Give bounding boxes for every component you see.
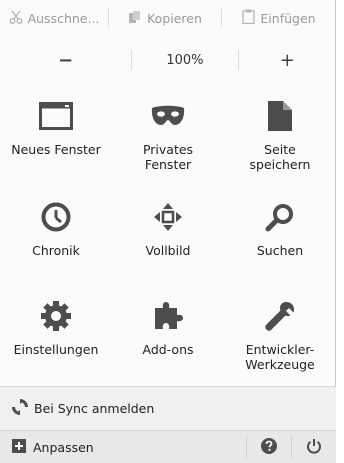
copy-icon [128,10,142,27]
search-button[interactable]: Suchen [224,197,336,258]
sync-signin-button[interactable]: Bei Sync anmelden [0,386,336,430]
cut-label: Ausschne... [27,10,100,26]
tile-label: Seite speichern [249,142,311,172]
zoom-controls: − 100% + [0,44,336,76]
addons-button[interactable]: Add-ons [112,296,224,357]
mask-icon [148,96,188,136]
new-window-button[interactable]: Neues Fenster [0,96,112,157]
tile-label: Neues Fenster [11,142,101,157]
settings-button[interactable]: Einstellungen [0,296,112,357]
tile-label: Chronik [32,243,80,258]
tile-label: Entwickler- Werkzeuge [245,342,315,372]
menu-footer: Anpassen [0,430,336,463]
developer-tools-button[interactable]: Entwickler- Werkzeuge [224,296,336,372]
zoom-out-button[interactable]: − [0,44,131,76]
tile-label: Einstellungen [13,342,99,357]
copy-button[interactable]: Kopieren [109,0,221,36]
page-edge [337,0,344,463]
paste-button[interactable]: Einfügen [222,0,336,36]
sync-icon [12,399,28,418]
history-button[interactable]: Chronik [0,197,112,258]
minus-icon: − [58,49,74,71]
scissors-icon [9,10,23,27]
power-icon [306,438,322,457]
window-icon [36,96,76,136]
tile-label: Add-ons [142,342,194,357]
fullscreen-button[interactable]: Vollbild [112,197,224,258]
tile-label: Vollbild [145,243,191,258]
edit-controls: Ausschne... Kopieren Einfügen [0,0,336,36]
puzzle-icon [148,296,188,336]
zoom-reset-button[interactable]: 100% [132,44,237,76]
menu-panel: Ausschne... Kopieren Einfügen − 100% + N… [0,0,336,463]
paste-label: Einfügen [260,10,316,26]
fullscreen-icon [148,197,188,237]
plus-icon: + [279,49,295,71]
wrench-icon [260,296,300,336]
save-page-button[interactable]: Seite speichern [224,96,336,172]
customize-button[interactable]: Anpassen [0,431,246,463]
zoom-level: 100% [166,52,204,68]
private-window-button[interactable]: Privates Fenster [112,96,224,172]
gear-icon [36,296,76,336]
page-icon [260,96,300,136]
sync-label: Bei Sync anmelden [34,401,155,416]
quit-button[interactable] [292,431,336,463]
search-icon [260,197,300,237]
tile-label: Privates Fenster [142,142,194,172]
help-icon [261,437,277,457]
clock-icon [36,197,76,237]
zoom-in-button[interactable]: + [239,44,336,76]
help-button[interactable] [247,431,291,463]
cut-button[interactable]: Ausschne... [0,0,108,36]
plus-square-icon [12,438,26,456]
customize-label: Anpassen [33,439,94,455]
tile-label: Suchen [256,243,304,258]
copy-label: Kopieren [147,10,202,26]
clipboard-icon [242,9,256,27]
